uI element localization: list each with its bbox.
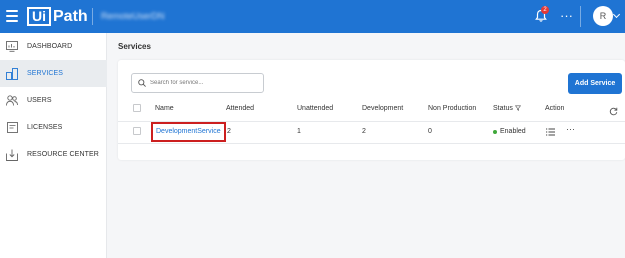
sidebar-item-services[interactable]: SERVICES xyxy=(0,60,107,87)
list-details-icon[interactable] xyxy=(546,128,555,136)
sidebar: DASHBOARD SERVICES USERS LICENSES RESOUR… xyxy=(0,33,107,258)
row-more-options-icon[interactable]: ··· xyxy=(566,124,575,134)
licenses-icon xyxy=(6,121,18,134)
resource-center-icon xyxy=(6,149,18,161)
page-title: Services xyxy=(118,42,151,51)
uipath-logo[interactable]: Ui Path xyxy=(27,6,88,27)
column-header-attended[interactable]: Attended xyxy=(226,105,254,112)
sidebar-item-resource-center[interactable]: RESOURCE CENTER xyxy=(0,141,107,168)
add-service-button[interactable]: Add Service xyxy=(568,73,622,94)
development-count: 2 xyxy=(362,128,366,135)
sidebar-item-users[interactable]: USERS xyxy=(0,87,107,114)
status-text: Enabled xyxy=(500,128,526,135)
sidebar-item-licenses[interactable]: LICENSES xyxy=(0,114,107,141)
status-enabled-dot xyxy=(493,130,497,134)
dashboard-icon xyxy=(6,41,18,53)
search-box[interactable] xyxy=(131,73,264,93)
service-name-link[interactable]: DevelopmentService xyxy=(151,122,226,142)
row-checkbox[interactable] xyxy=(133,127,141,135)
more-options-icon[interactable]: ··· xyxy=(560,8,573,23)
notification-badge: 2 xyxy=(541,6,549,14)
unattended-count: 1 xyxy=(297,128,301,135)
refresh-icon[interactable] xyxy=(609,107,618,116)
column-header-action: Action xyxy=(545,105,565,112)
sidebar-item-dashboard[interactable]: DASHBOARD xyxy=(0,33,107,60)
hamburger-menu-icon[interactable] xyxy=(6,10,18,22)
column-header-name[interactable]: Name xyxy=(155,105,174,112)
users-icon xyxy=(6,95,18,107)
column-header-development[interactable]: Development xyxy=(362,105,403,112)
column-header-status[interactable]: Status xyxy=(493,105,521,112)
column-header-status-label: Status xyxy=(493,105,513,112)
row-divider xyxy=(118,143,625,144)
topbar-divider xyxy=(580,6,581,27)
tenant-name: RemoteUserDN xyxy=(101,11,165,21)
services-icon xyxy=(6,67,18,80)
column-header-unattended[interactable]: Unattended xyxy=(297,105,333,112)
non-production-count: 0 xyxy=(428,128,432,135)
search-icon xyxy=(138,79,146,87)
filter-icon[interactable] xyxy=(514,105,521,111)
user-avatar[interactable]: R xyxy=(593,6,613,26)
attended-count: 2 xyxy=(227,128,231,135)
column-header-non-production[interactable]: Non Production xyxy=(428,105,476,112)
chevron-down-icon[interactable] xyxy=(612,10,621,19)
top-bar: Ui Path RemoteUserDN 2 ··· R xyxy=(0,0,625,33)
logo-divider xyxy=(92,8,93,25)
select-all-checkbox[interactable] xyxy=(133,104,141,112)
search-input[interactable] xyxy=(150,76,260,90)
